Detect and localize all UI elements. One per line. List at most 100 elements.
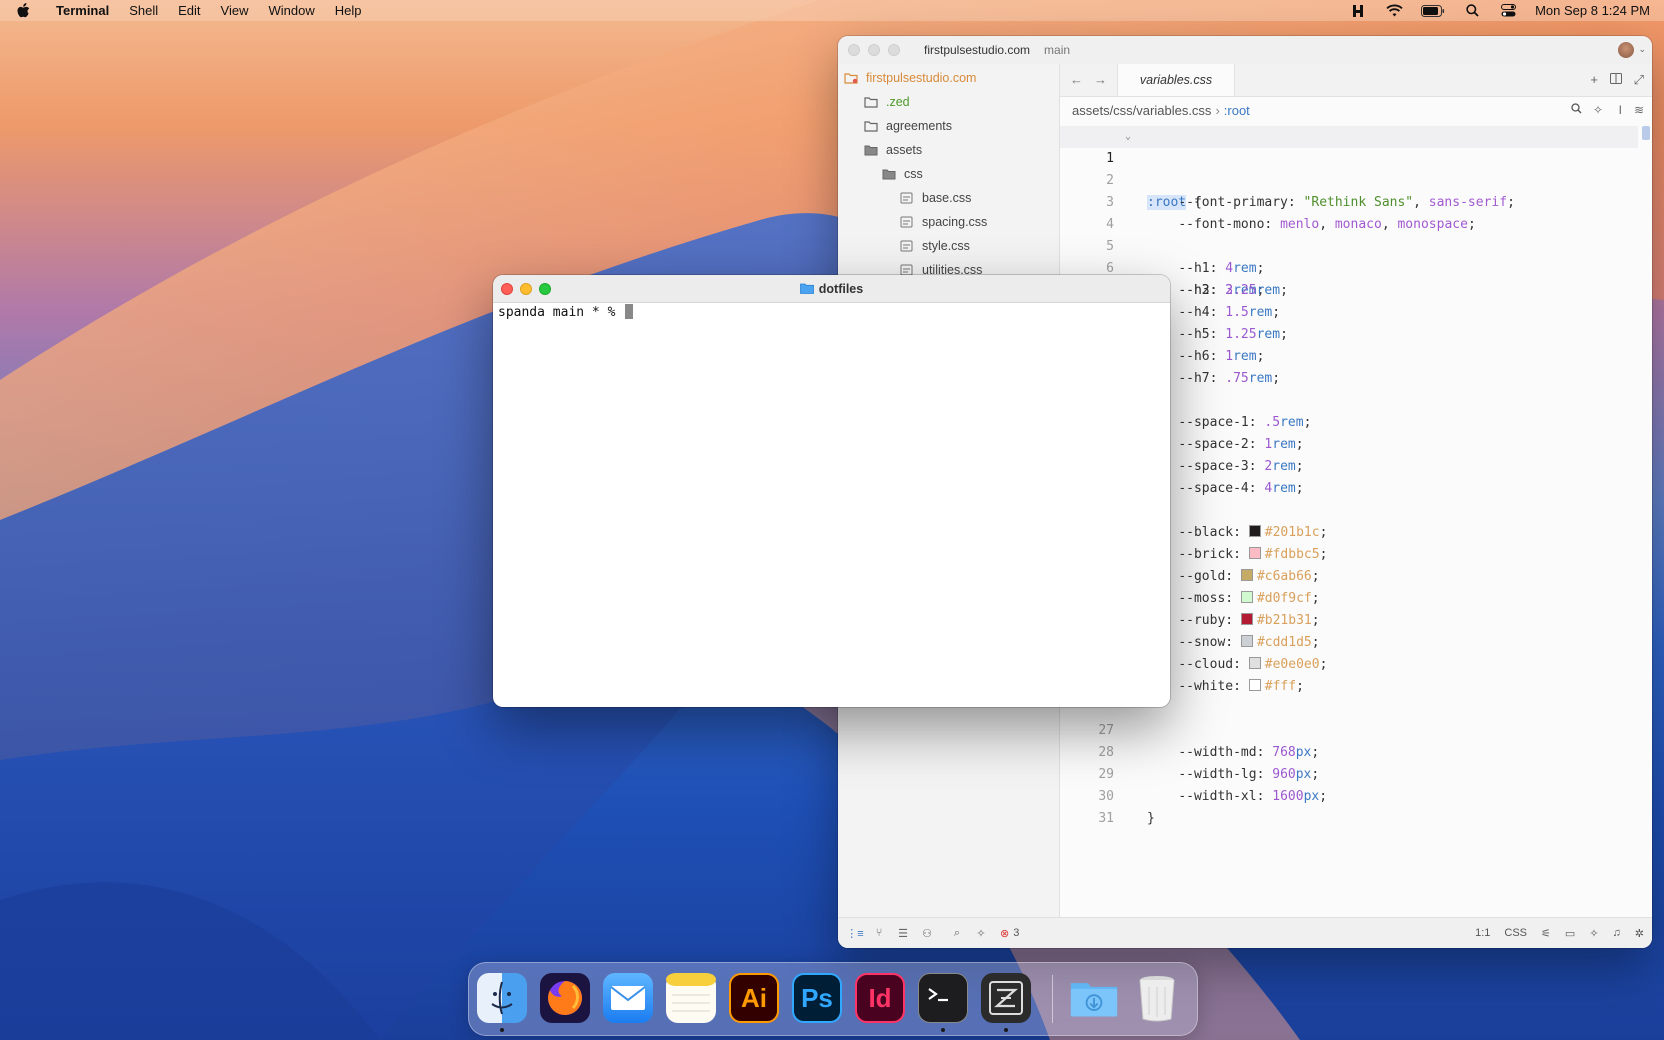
- terminal-title-text: dotfiles: [818, 281, 864, 296]
- outline-icon[interactable]: ☰: [896, 926, 910, 940]
- tree-item-base-css[interactable]: base.css: [838, 186, 1059, 210]
- code-line: 31: [1060, 786, 1638, 826]
- debug-icon[interactable]: ✲: [1635, 927, 1644, 940]
- terminal-panel-icon[interactable]: ▭: [1565, 927, 1575, 940]
- dock-downloads-folder-icon[interactable]: [1069, 973, 1119, 1023]
- search-icon[interactable]: [1571, 103, 1582, 117]
- dock-zed-icon[interactable]: [981, 973, 1031, 1023]
- assistant-icon[interactable]: ✧: [974, 926, 988, 940]
- code-token: .75: [1225, 371, 1249, 386]
- cursor-position[interactable]: 1:1: [1475, 927, 1490, 939]
- terminal-output[interactable]: spanda main * %: [498, 304, 634, 320]
- back-arrow-icon[interactable]: ←: [1070, 72, 1083, 87]
- zed-branch-name[interactable]: main: [1044, 43, 1070, 57]
- menubar-clock[interactable]: Mon Sep 8 1:24 PM: [1535, 3, 1650, 18]
- terminal-titlebar: dotfiles: [493, 275, 1170, 303]
- code-line: 28 --width-lg: 960px;: [1060, 720, 1638, 782]
- terminal-window[interactable]: dotfiles spanda main * %: [493, 275, 1170, 707]
- breadcrumb-separator: ›: [1215, 102, 1220, 118]
- photoshop-label: Ps: [801, 982, 833, 1013]
- tree-item-zed[interactable]: .zed: [838, 90, 1059, 114]
- code-line: 2 --font-primary: "Rethink Sans", sans-s…: [1060, 148, 1638, 210]
- tab-variables-css[interactable]: variables.css: [1117, 64, 1235, 96]
- text-cursor-icon[interactable]: I: [1619, 103, 1622, 117]
- indesign-label: Id: [868, 982, 892, 1013]
- code-line: 3 --font-mono: menlo, monaco, monospace;: [1060, 170, 1638, 232]
- zed-titlebar: firstpulsestudio.com main ⌄: [838, 36, 1652, 65]
- dock-trash-icon[interactable]: [1132, 973, 1182, 1023]
- assistant-panel-icon[interactable]: ✧: [1589, 927, 1598, 940]
- zed-minimize-button[interactable]: [868, 44, 880, 56]
- avatar[interactable]: [1618, 42, 1634, 58]
- dock-notes-icon[interactable]: [666, 973, 716, 1023]
- wifi-icon[interactable]: [1385, 4, 1403, 18]
- dock-finder-icon[interactable]: [477, 973, 527, 1023]
- tree-item-style-css[interactable]: style.css: [838, 234, 1059, 258]
- folder-icon: [864, 97, 878, 108]
- apple-menu-icon[interactable]: [14, 2, 32, 20]
- zed-zoom-button[interactable]: [888, 44, 900, 56]
- dock-photoshop-icon[interactable]: Ps: [792, 973, 842, 1023]
- dock-illustrator-icon[interactable]: Ai: [729, 973, 779, 1023]
- maximize-icon[interactable]: ⤢: [1634, 72, 1644, 88]
- editor-scrollbar[interactable]: [1642, 126, 1650, 140]
- git-branch-icon[interactable]: ⑂: [872, 926, 886, 940]
- dock-terminal-icon[interactable]: [918, 973, 968, 1023]
- zed-window-controls: [848, 44, 900, 56]
- dock-mail-icon[interactable]: [603, 973, 653, 1023]
- tree-item-agreements[interactable]: agreements: [838, 114, 1059, 138]
- menu-window[interactable]: Window: [259, 0, 325, 21]
- zed-project-name[interactable]: firstpulsestudio.com: [924, 43, 1030, 57]
- code-line: 30 }: [1060, 764, 1638, 826]
- zed-close-button[interactable]: [848, 44, 860, 56]
- fold-chevron-icon[interactable]: ⌄: [1125, 126, 1131, 148]
- menu-shell[interactable]: Shell: [119, 0, 168, 21]
- running-indicator: [941, 1028, 945, 1032]
- code-line: 6 --h2: 3rem;: [1060, 236, 1638, 298]
- menu-help[interactable]: Help: [325, 0, 372, 21]
- forward-arrow-icon[interactable]: →: [1094, 72, 1107, 87]
- tree-item-css[interactable]: css: [838, 162, 1059, 186]
- settings-sliders-icon[interactable]: ≋: [1634, 103, 1644, 117]
- folder-open-icon: [882, 169, 896, 180]
- search-icon[interactable]: ⌕: [950, 926, 964, 940]
- code-token: --h7: [1178, 371, 1210, 386]
- breadcrumb[interactable]: assets/css/variables.css › :root: [1072, 100, 1250, 120]
- dock: Ai Ps Id: [468, 962, 1198, 1036]
- css-file-icon: [900, 240, 913, 252]
- color-swatch[interactable]: [1248, 679, 1261, 691]
- code-token: --white: [1178, 679, 1234, 694]
- tree-item-root[interactable]: firstpulsestudio.com: [838, 66, 1059, 90]
- dock-firefox-icon[interactable]: [540, 973, 590, 1023]
- tab-bar: ← → variables.css + ⤢: [1060, 64, 1652, 97]
- collab-users-icon[interactable]: ⚇: [920, 926, 934, 940]
- dock-indesign-icon[interactable]: Id: [855, 973, 905, 1023]
- folder-icon: [844, 73, 858, 84]
- project-panel-icon[interactable]: ⋮≡: [846, 926, 863, 940]
- notifications-bell-icon[interactable]: ♫: [1613, 927, 1621, 939]
- control-center-icon[interactable]: [1499, 4, 1517, 18]
- battery-icon[interactable]: [1421, 4, 1445, 18]
- code-token: --space-4: [1178, 481, 1249, 496]
- illustrator-label: Ai: [741, 982, 767, 1013]
- text-cursor: [625, 304, 634, 319]
- menu-app-name[interactable]: Terminal: [46, 0, 119, 21]
- formatter-icon[interactable]: ⚟: [1541, 927, 1551, 940]
- tree-item-assets[interactable]: assets: [838, 138, 1059, 162]
- language-mode[interactable]: CSS: [1504, 927, 1527, 939]
- code-token: rem: [1272, 481, 1296, 496]
- terminal-title: dotfiles: [493, 275, 1170, 302]
- tree-item-spacing-css[interactable]: spacing.css: [838, 210, 1059, 234]
- menu-edit[interactable]: Edit: [168, 0, 210, 21]
- assistant-sparkle-icon[interactable]: ✧: [1593, 103, 1603, 117]
- diagnostics-errors[interactable]: ⊗ 3: [1000, 927, 1019, 940]
- folder-icon: [799, 283, 814, 294]
- code-line: 4: [1060, 192, 1638, 232]
- h-menu-extra-icon[interactable]: [1349, 4, 1367, 18]
- split-pane-icon[interactable]: [1610, 72, 1622, 87]
- menu-view[interactable]: View: [211, 0, 259, 21]
- spotlight-search-icon[interactable]: [1463, 4, 1481, 18]
- code-line: 29 --width-xl: 1600px;: [1060, 742, 1638, 804]
- new-file-plus-icon[interactable]: +: [1590, 72, 1598, 87]
- chevron-down-icon[interactable]: ⌄: [1638, 44, 1646, 55]
